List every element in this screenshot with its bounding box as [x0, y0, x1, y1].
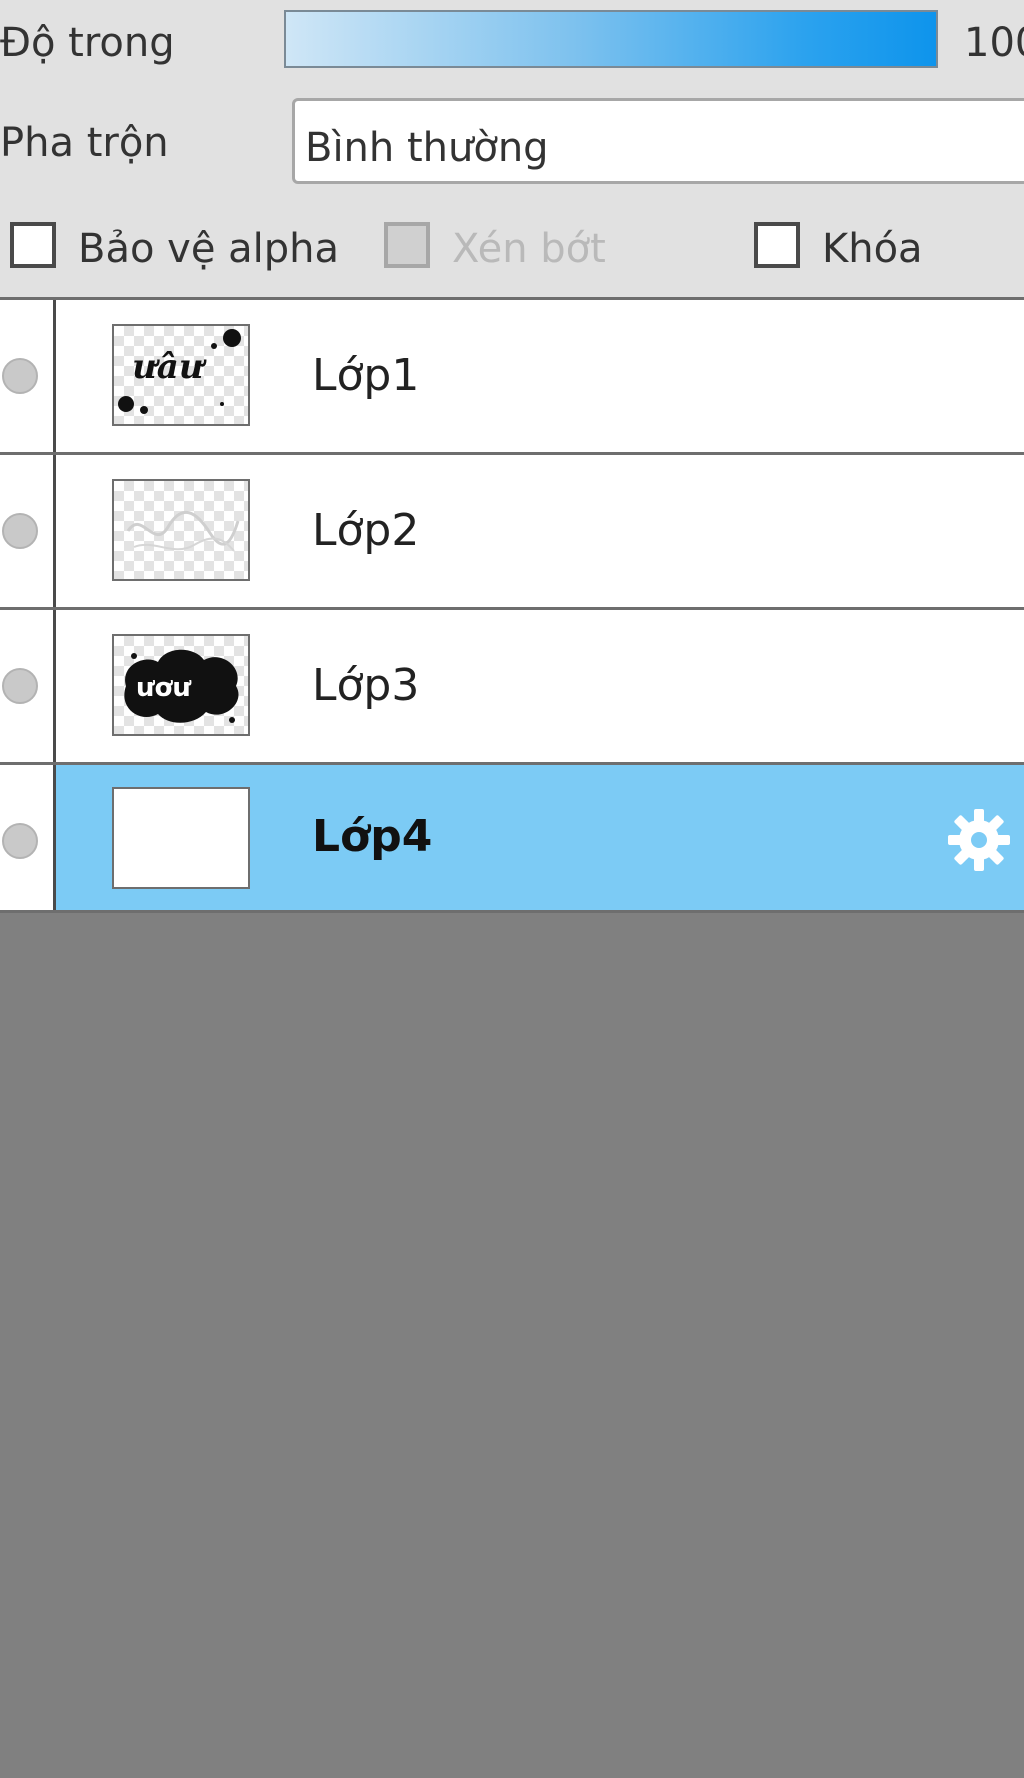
blend-mode-label: Pha trộn: [0, 120, 169, 166]
blend-mode-value: Bình thường: [305, 125, 549, 171]
protect-alpha-label: Bảo vệ alpha: [78, 226, 340, 272]
circle-dot-icon[interactable]: [2, 823, 38, 859]
layer-row-4[interactable]: Lớp4: [0, 765, 1024, 913]
clip-checkbox[interactable]: [384, 222, 430, 268]
ink-text-splatter-icon: ưâư: [118, 329, 241, 414]
visibility-column: [0, 300, 56, 452]
layer-thumbnail: ươư: [112, 634, 250, 736]
layer-row-1[interactable]: ưâư Lớp1: [0, 300, 1024, 455]
lock-checkbox[interactable]: [754, 222, 800, 268]
layer-name: Lớp3: [312, 660, 420, 711]
layer-thumbnail: [112, 479, 250, 581]
opacity-slider[interactable]: [284, 10, 938, 68]
visibility-column: [0, 455, 56, 607]
layer-name: Lớp2: [312, 505, 420, 556]
visibility-column: [0, 610, 56, 762]
layer-list: ưâư Lớp1 Lớp2 ươư Lớp3 Lớp4: [0, 300, 1024, 913]
lock-label: Khóa: [822, 226, 923, 272]
layer-name: Lớp4: [312, 811, 433, 862]
blend-mode-select[interactable]: Bình thường: [292, 98, 1024, 184]
opacity-value: 100: [964, 20, 1024, 66]
cloud-lettering-icon: ươư: [124, 649, 239, 723]
visibility-column: [0, 765, 56, 910]
circle-dot-icon[interactable]: [2, 513, 38, 549]
circle-dot-icon[interactable]: [2, 358, 38, 394]
layer-row-2[interactable]: Lớp2: [0, 455, 1024, 610]
layer-name: Lớp1: [312, 350, 420, 401]
svg-text:ươư: ươư: [136, 673, 192, 703]
faint-sketch-icon: [126, 510, 240, 552]
protect-alpha-checkbox[interactable]: [10, 222, 56, 268]
clip-label: Xén bớt: [452, 226, 606, 272]
layer-row-3[interactable]: ươư Lớp3: [0, 610, 1024, 765]
layer-thumbnail: [112, 787, 250, 889]
layer-properties-panel: Độ trong 100 Pha trộn Bình thường Bảo vệ…: [0, 0, 1024, 300]
svg-text:ưâư: ưâư: [132, 347, 207, 387]
circle-dot-icon[interactable]: [2, 668, 38, 704]
opacity-label: Độ trong: [0, 20, 175, 66]
layer-thumbnail: ưâư: [112, 324, 250, 426]
gear-icon[interactable]: [944, 805, 1014, 875]
